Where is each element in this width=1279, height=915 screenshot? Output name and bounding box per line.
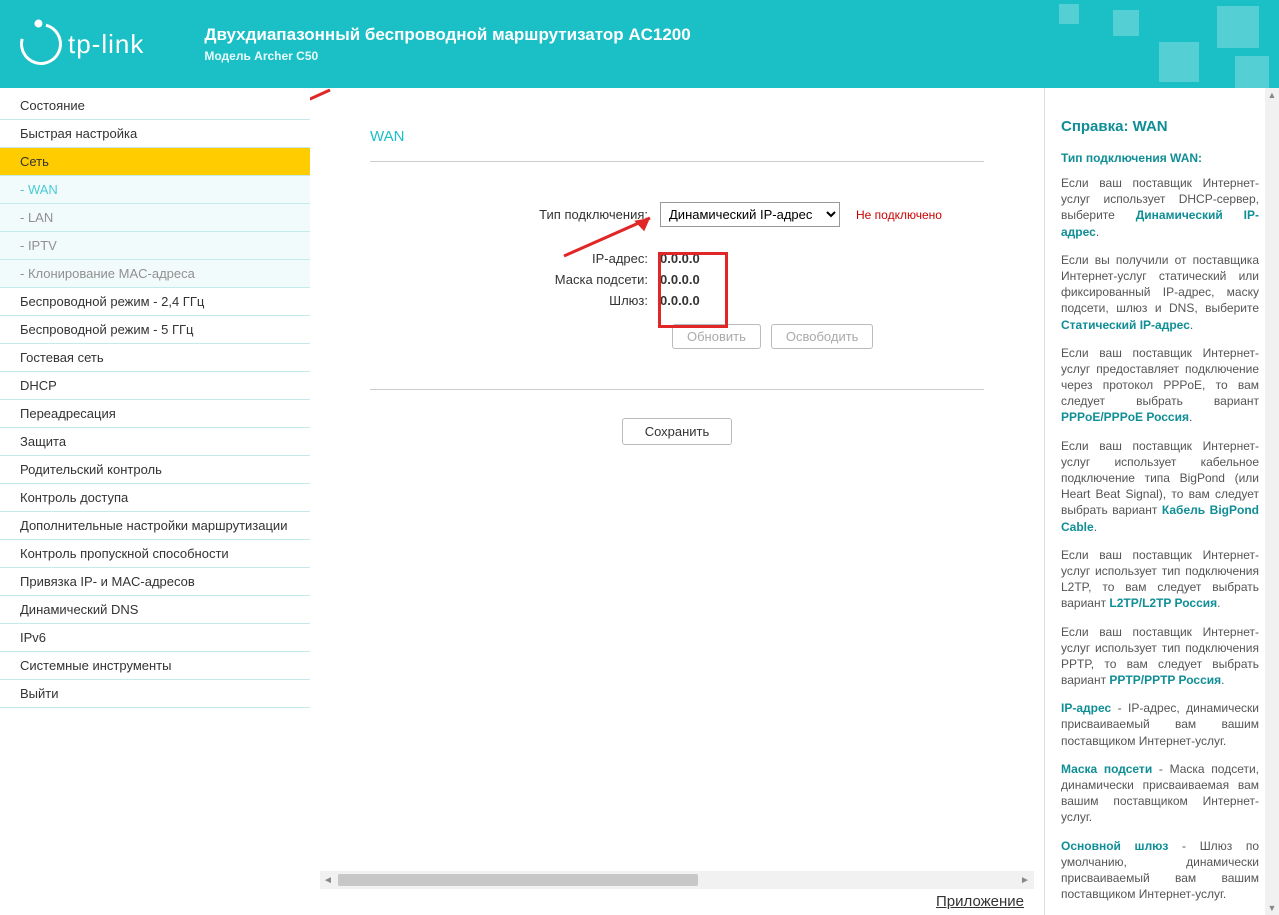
help-p-pppoe: Если ваш поставщик Интернет-услуг предос… [1061, 345, 1271, 426]
header-title: Двухдиапазонный беспроводной маршрутизат… [204, 25, 690, 45]
app-link[interactable]: Приложение [320, 889, 1034, 910]
scrollbar-left-icon[interactable]: ◄ [320, 872, 336, 888]
logo-text: tp-link [68, 29, 144, 60]
sidebar-item-ipv6[interactable]: IPv6 [0, 623, 310, 651]
sidebar-item-bandwidth[interactable]: Контроль пропускной способности [0, 539, 310, 567]
sidebar-item-iptv[interactable]: - IPTV [0, 231, 310, 259]
help-p-ip: IP-адрес - IP-адрес, динамически присваи… [1061, 700, 1271, 749]
scrollbar-right-icon[interactable]: ► [1017, 872, 1033, 888]
sidebar-item-wan[interactable]: - WAN [0, 175, 310, 203]
value-ip-address: 0.0.0.0 [660, 251, 750, 266]
header-decoration [1019, 0, 1279, 88]
sidebar-item-logout[interactable]: Выйти [0, 679, 310, 708]
horizontal-scrollbar[interactable]: ◄ ► [320, 871, 1034, 889]
sidebar-item-ddns[interactable]: Динамический DNS [0, 595, 310, 623]
sidebar-item-guest-network[interactable]: Гостевая сеть [0, 343, 310, 371]
label-connection-type: Тип подключения: [370, 207, 660, 222]
logo: tp-link [20, 23, 144, 65]
value-gateway: 0.0.0.0 [660, 293, 750, 308]
sidebar-item-parental[interactable]: Родительский контроль [0, 455, 310, 483]
page-scroll-down-icon[interactable]: ▼ [1265, 903, 1279, 913]
help-p-gateway: Основной шлюз - Шлюз по умолчанию, динам… [1061, 838, 1271, 903]
sidebar-item-system-tools[interactable]: Системные инструменты [0, 651, 310, 679]
page-scrollbar[interactable]: ▲ ▼ [1265, 88, 1279, 915]
sidebar-item-quick-setup[interactable]: Быстрая настройка [0, 119, 310, 147]
help-title: Справка: WAN [1061, 118, 1271, 135]
divider [370, 389, 984, 390]
help-p-dhcp: Если ваш поставщик Интернет-услуг исполь… [1061, 175, 1271, 240]
help-subtitle: Тип подключения WAN: [1061, 151, 1271, 165]
help-panel: ▲ ▼ Справка: WAN Тип подключения WAN: Ес… [1044, 88, 1279, 915]
content-pane: WAN Тип подключения: Динамический IP-адр… [320, 88, 1034, 465]
sidebar-item-status[interactable]: Состояние [0, 92, 310, 119]
value-subnet-mask: 0.0.0.0 [660, 272, 750, 287]
sidebar-item-access-control[interactable]: Контроль доступа [0, 483, 310, 511]
help-p-bigpond: Если ваш поставщик Интернет-услуг исполь… [1061, 438, 1271, 535]
connection-type-select[interactable]: Динамический IP-адрес [660, 202, 840, 227]
sidebar-item-lan[interactable]: - LAN [0, 203, 310, 231]
connection-status: Не подключено [856, 208, 942, 222]
sidebar-item-wireless-24[interactable]: Беспроводной режим - 2,4 ГГц [0, 287, 310, 315]
release-button[interactable]: Освободить [771, 324, 874, 349]
help-p-l2tp: Если ваш поставщик Интернет-услуг исполь… [1061, 547, 1271, 612]
page-title: WAN [370, 128, 984, 145]
logo-mark-icon [12, 15, 69, 72]
help-p-pptp: Если ваш поставщик Интернет-услуг исполь… [1061, 624, 1271, 689]
header: tp-link Двухдиапазонный беспроводной мар… [0, 0, 1279, 88]
help-p-static: Если вы получили от поставщика Интернет-… [1061, 252, 1271, 333]
sidebar-item-network[interactable]: Сеть [0, 147, 310, 175]
header-model: Модель Archer C50 [204, 49, 690, 63]
sidebar-item-mac-clone[interactable]: - Клонирование MAC-адреса [0, 259, 310, 287]
sidebar-item-wireless-5[interactable]: Беспроводной режим - 5 ГГц [0, 315, 310, 343]
sidebar-item-routing[interactable]: Дополнительные настройки маршрутизации [0, 511, 310, 539]
save-button[interactable]: Сохранить [622, 418, 733, 445]
scrollbar-thumb[interactable] [338, 874, 698, 886]
label-ip-address: IP-адрес: [370, 251, 660, 266]
sidebar-item-ip-mac-binding[interactable]: Привязка IP- и MAC-адресов [0, 567, 310, 595]
label-subnet-mask: Маска подсети: [370, 272, 660, 287]
sidebar: Состояние Быстрая настройка Сеть - WAN -… [0, 88, 310, 915]
label-gateway: Шлюз: [370, 293, 660, 308]
page-scroll-up-icon[interactable]: ▲ [1265, 90, 1279, 100]
sidebar-item-security[interactable]: Защита [0, 427, 310, 455]
sidebar-item-dhcp[interactable]: DHCP [0, 371, 310, 399]
sidebar-item-forwarding[interactable]: Переадресация [0, 399, 310, 427]
help-p-mask: Маска подсети - Маска подсети, динамичес… [1061, 761, 1271, 826]
refresh-button[interactable]: Обновить [672, 324, 761, 349]
divider [370, 161, 984, 162]
